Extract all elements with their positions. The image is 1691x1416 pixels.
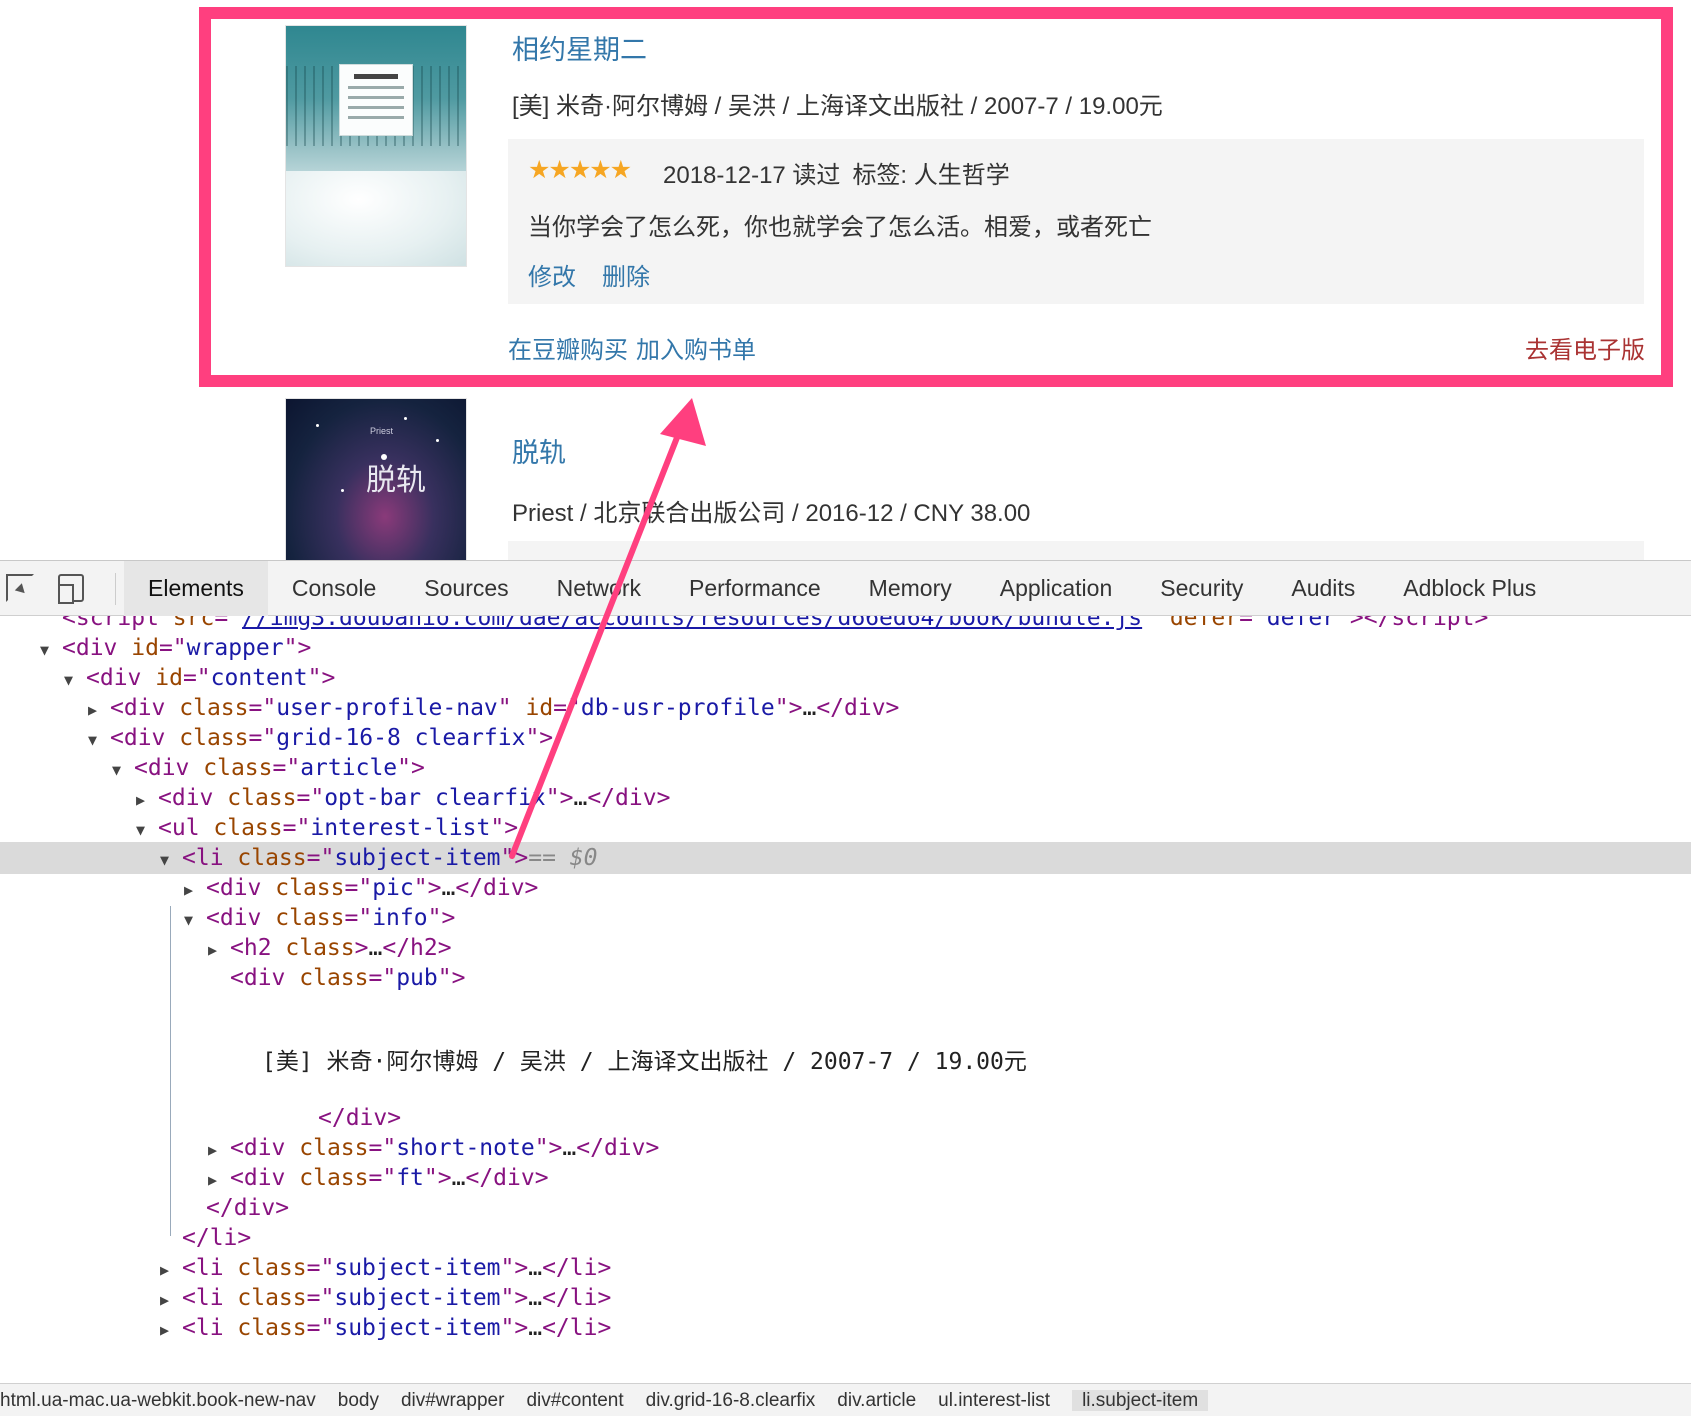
breadcrumb-item[interactable]: div#wrapper xyxy=(401,1390,505,1411)
breadcrumb-item[interactable]: ul.interest-list xyxy=(938,1390,1050,1411)
attr-value: db-usr-profile xyxy=(580,695,775,721)
dom-breadcrumbs: html.ua-mac.ua-webkit.book-new-nav body di… xyxy=(0,1383,1691,1416)
tab-memory[interactable]: Memory xyxy=(845,561,976,616)
dom-close-div: </div> xyxy=(318,1105,402,1131)
highlight-frame xyxy=(199,7,1673,387)
toolbar-divider xyxy=(115,573,116,605)
dom-node-content[interactable]: ▼ <div id="content"> xyxy=(0,662,1691,694)
attr-value: pic xyxy=(372,875,414,901)
cover-author: Priest xyxy=(370,426,394,436)
dom-node-pic[interactable]: ▶ <div class="pic">…</div> xyxy=(0,872,1691,904)
tab-performance[interactable]: Performance xyxy=(665,561,845,616)
tab-network[interactable]: Network xyxy=(533,561,665,616)
attr-value: subject-item xyxy=(334,845,501,871)
tab-console[interactable]: Console xyxy=(268,561,400,616)
attr-value: short-note xyxy=(396,1135,535,1161)
dom-node-h2[interactable]: ▶ <h2 class>…</h2> xyxy=(0,932,1691,964)
dom-node-subject-item[interactable]: ▶ <li class="subject-item">…</li> xyxy=(0,1282,1691,1314)
short-note xyxy=(508,541,1644,560)
attr-value: content xyxy=(210,665,308,691)
breadcrumb-item[interactable]: div.grid-16-8.clearfix xyxy=(646,1390,816,1411)
attr-value: grid-16-8 clearfix xyxy=(276,725,526,751)
dom-node-grid[interactable]: ▼ <div class="grid-16-8 clearfix"> xyxy=(0,722,1691,754)
dom-node-subject-item[interactable]: ▶ <li class="subject-item">…</li> xyxy=(0,1252,1691,1284)
tab-application[interactable]: Application xyxy=(976,561,1137,616)
dom-node-user-profile-nav[interactable]: ▶ <div class="user-profile-nav" id="db-us… xyxy=(0,692,1691,724)
script-src-link[interactable]: //img3.doubanio.com/dae/accounts/resourc… xyxy=(242,616,1142,631)
cover-star xyxy=(404,417,407,420)
attr-value: opt-bar clearfix xyxy=(324,785,546,811)
inspect-element-icon[interactable] xyxy=(6,574,34,602)
breadcrumb-item[interactable]: div.article xyxy=(837,1390,916,1411)
attr-value: interest-list xyxy=(310,815,491,841)
cover-star xyxy=(341,489,344,492)
tab-security[interactable]: Security xyxy=(1136,561,1267,616)
attr-value: wrapper xyxy=(186,635,284,661)
dom-node-opt-bar[interactable]: ▶ <div class="opt-bar clearfix">…</div> xyxy=(0,782,1691,814)
dom-close-li: </li> xyxy=(182,1225,252,1251)
devtools-panel: Elements Console Sources Network Performance… xyxy=(0,560,1691,1416)
dom-node-subject-item[interactable]: ▶ <li class="subject-item">…</li> xyxy=(0,1312,1691,1344)
dom-node-ft[interactable]: ▶ <div class="ft">…</div> xyxy=(0,1162,1691,1194)
dom-node-interest-list[interactable]: ▼ <ul class="interest-list"> xyxy=(0,812,1691,844)
attr-value: ft xyxy=(396,1165,424,1191)
collapse-triangle-icon[interactable]: ▶ xyxy=(160,1314,182,1346)
cover-title: 脱轨 xyxy=(366,463,426,498)
book-title-link[interactable]: 脱轨 xyxy=(512,431,566,470)
tab-sources[interactable]: Sources xyxy=(400,561,532,616)
dom-node-short-note[interactable]: ▶ <div class="short-note">…</div> xyxy=(0,1132,1691,1164)
attr-value: info xyxy=(372,905,428,931)
dom-node-article[interactable]: ▼ <div class="article"> xyxy=(0,752,1691,784)
dom-node-info[interactable]: ▼ <div class="info"> xyxy=(0,902,1691,934)
tab-elements[interactable]: Elements xyxy=(124,561,268,616)
selected-node-marker: == $0 xyxy=(528,845,598,871)
cover-star xyxy=(381,454,387,460)
attr-value: article xyxy=(300,755,398,781)
subject-item: Priest 脱轨 脱轨 Priest / 北京联合出版公司 / 2016-12… xyxy=(0,398,1691,560)
attr-value: subject-item xyxy=(334,1255,501,1281)
device-toolbar-icon[interactable] xyxy=(58,574,84,604)
book-pub-info: Priest / 北京联合出版公司 / 2016-12 / CNY 38.00 xyxy=(512,500,1031,527)
devtools-tabs: Elements Console Sources Network Performance… xyxy=(124,561,1560,616)
elements-dom-tree: <script src="//img3.doubanio.com/dae/acc… xyxy=(0,616,1691,1384)
breadcrumb-item[interactable]: li.subject-item xyxy=(1072,1390,1209,1411)
devtools-toolbar: Elements Console Sources Network Performance… xyxy=(0,561,1691,616)
attr-value: pub xyxy=(396,965,438,991)
cover-star xyxy=(436,439,439,442)
tab-adblock-plus[interactable]: Adblock Plus xyxy=(1379,561,1560,616)
tab-audits[interactable]: Audits xyxy=(1267,561,1379,616)
douban-book-list: 相约星期二 [美] 米奇·阿尔博姆 / 吴洪 / 上海译文出版社 / 2007-… xyxy=(0,0,1691,560)
book-cover-image[interactable]: Priest 脱轨 xyxy=(285,398,467,560)
attr-value: user-profile-nav xyxy=(276,695,498,721)
dom-text-pub: [美] 米奇·阿尔博姆 / 吴洪 / 上海译文出版社 / 2007-7 / 19… xyxy=(262,1049,1027,1075)
dom-node-wrapper[interactable]: ▼ <div id="wrapper"> xyxy=(0,632,1691,664)
dom-close-div: </div> xyxy=(206,1195,290,1221)
attr-value: subject-item xyxy=(334,1315,501,1341)
breadcrumb-item[interactable]: div#content xyxy=(526,1390,623,1411)
dom-node-pub[interactable]: <div class="pub"> xyxy=(0,962,1691,994)
attr-value: subject-item xyxy=(334,1285,501,1311)
breadcrumb-item[interactable]: body xyxy=(338,1390,379,1411)
script-defer-value: defer xyxy=(1266,616,1337,631)
dom-node-subject-item-selected[interactable]: ▼ <li class="subject-item">== $0 xyxy=(0,842,1691,874)
breadcrumb-item[interactable]: html.ua-mac.ua-webkit.book-new-nav xyxy=(0,1390,316,1411)
cover-star xyxy=(316,424,319,427)
